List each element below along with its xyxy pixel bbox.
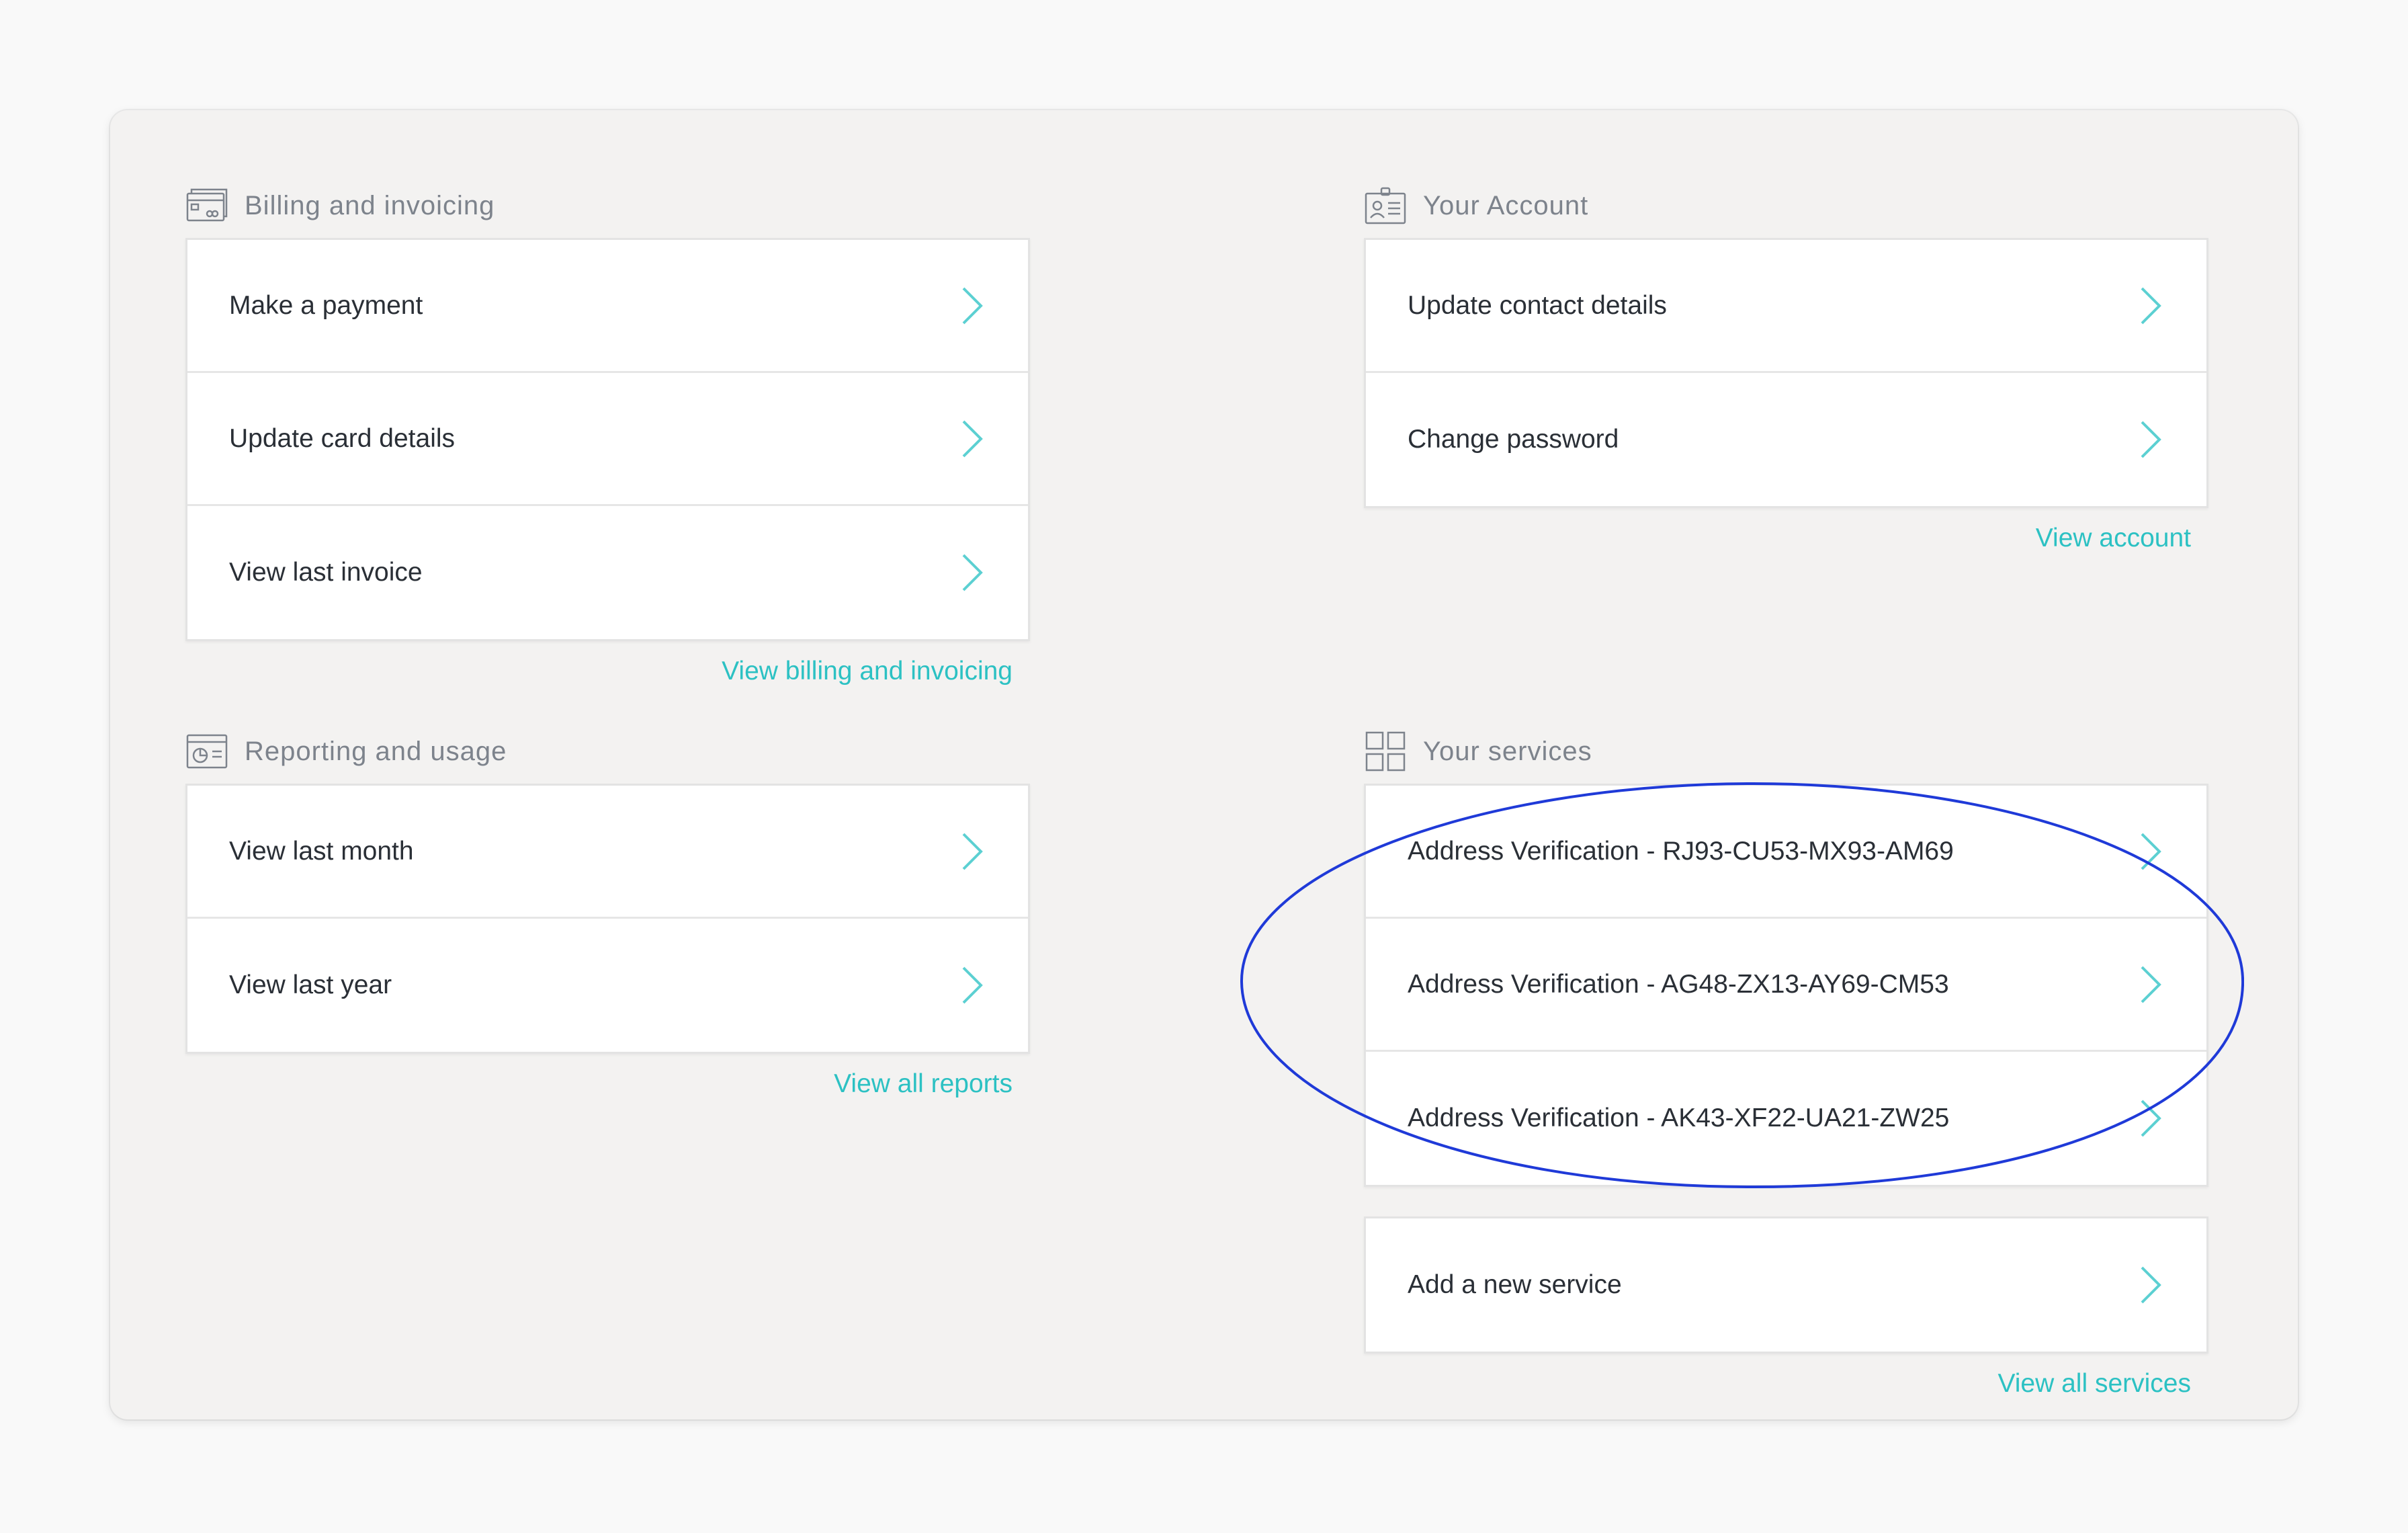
view-billing-link[interactable]: View billing and invoicing — [185, 641, 1030, 702]
list-item-label: View last year — [229, 970, 392, 999]
list-item-label: Update card details — [229, 423, 456, 453]
make-payment-item[interactable]: Make a payment — [187, 240, 1028, 373]
add-new-service-item[interactable]: Add a new service — [1366, 1218, 2206, 1352]
services-section-title: Your services — [1423, 736, 1592, 766]
list-item-label: Make a payment — [229, 290, 423, 320]
add-service-card: Add a new service — [1364, 1216, 2208, 1354]
grid-icon — [1365, 731, 1406, 772]
reporting-section: Reporting and usage View last month View… — [185, 724, 1030, 1114]
account-section: Your Account Update contact details Chan… — [1364, 179, 2208, 569]
billing-card: Make a payment Update card details View … — [185, 238, 1030, 641]
change-password-item[interactable]: Change password — [1366, 373, 2206, 506]
view-all-reports-link[interactable]: View all reports — [185, 1054, 1030, 1114]
services-section-header: Your services — [1364, 724, 2208, 778]
billing-section-title: Billing and invoicing — [245, 190, 495, 220]
id-badge-icon — [1365, 187, 1406, 224]
chevron-right-icon — [962, 554, 983, 591]
invoice-card-icon — [186, 188, 228, 222]
chevron-right-icon — [962, 833, 983, 870]
account-section-header: Your Account — [1364, 179, 2208, 233]
service-item[interactable]: Address Verification - AK43-XF22-UA21-ZW… — [1366, 1052, 2206, 1185]
view-last-year-item[interactable]: View last year — [187, 919, 1028, 1052]
account-card: Update contact details Change password — [1364, 238, 2208, 508]
chevron-right-icon — [962, 287, 983, 324]
view-account-link[interactable]: View account — [1364, 508, 2208, 569]
list-item-label: Change password — [1408, 425, 1619, 454]
chart-window-icon — [186, 734, 228, 769]
service-item[interactable]: Address Verification - AG48-ZX13-AY69-CM… — [1366, 919, 2206, 1052]
chevron-right-icon — [2141, 966, 2161, 1003]
view-last-invoice-item[interactable]: View last invoice — [187, 506, 1028, 639]
list-item-label: Address Verification - AK43-XF22-UA21-ZW… — [1408, 1104, 1950, 1132]
account-section-title: Your Account — [1423, 190, 1589, 220]
service-item[interactable]: Address Verification - RJ93-CU53-MX93-AM… — [1366, 786, 2206, 919]
chevron-right-icon — [2141, 1100, 2161, 1137]
chevron-right-icon — [2141, 421, 2161, 458]
list-item-label: View last month — [229, 836, 414, 866]
view-last-month-item[interactable]: View last month — [187, 786, 1028, 919]
chevron-right-icon — [2141, 833, 2161, 870]
view-all-services-link[interactable]: View all services — [1364, 1354, 2208, 1414]
billing-section: Billing and invoicing Make a payment Upd… — [185, 179, 1030, 702]
list-item-label: View last invoice — [229, 558, 423, 587]
chevron-right-icon — [2141, 1266, 2161, 1304]
list-item-label: Add a new service — [1408, 1270, 1622, 1299]
chevron-right-icon — [962, 420, 983, 457]
billing-section-header: Billing and invoicing — [185, 179, 1030, 233]
services-section: Your services Address Verification - RJ9… — [1364, 724, 2208, 1414]
reporting-section-header: Reporting and usage — [185, 724, 1030, 778]
chevron-right-icon — [2141, 287, 2161, 324]
reporting-card: View last month View last year — [185, 784, 1030, 1054]
list-item-label: Update contact details — [1408, 290, 1667, 320]
services-card: Address Verification - RJ93-CU53-MX93-AM… — [1364, 784, 2208, 1187]
dashboard-panel: Billing and invoicing Make a payment Upd… — [110, 110, 2298, 1419]
list-item-label: Address Verification - AG48-ZX13-AY69-CM… — [1408, 969, 1949, 999]
update-card-details-item[interactable]: Update card details — [187, 373, 1028, 506]
update-contact-details-item[interactable]: Update contact details — [1366, 240, 2206, 373]
chevron-right-icon — [962, 966, 983, 1004]
list-item-label: Address Verification - RJ93-CU53-MX93-AM… — [1408, 836, 1954, 866]
reporting-section-title: Reporting and usage — [245, 736, 507, 766]
